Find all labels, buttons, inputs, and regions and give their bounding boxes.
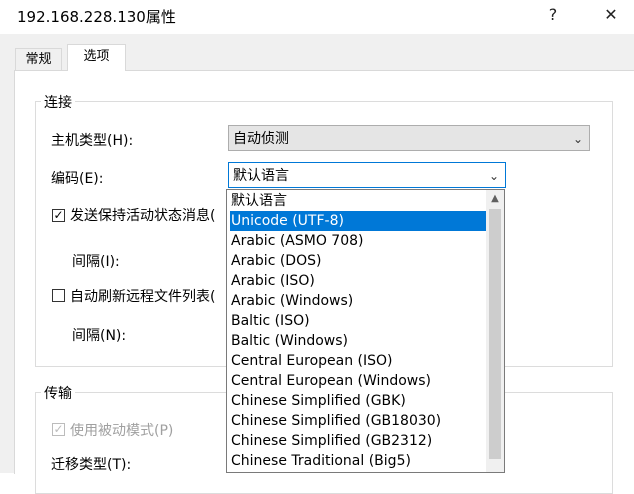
tab-general[interactable]: 常规 (15, 48, 62, 71)
window-title: 192.168.228.130属性 (17, 8, 176, 26)
dropdown-scrollbar[interactable]: ▲ (486, 190, 504, 472)
keepalive-checkbox[interactable]: ✓ (52, 209, 65, 222)
auto-refresh-checkbox[interactable] (52, 289, 65, 302)
title-bar: 192.168.228.130属性 ? ✕ (0, 0, 634, 34)
encoding-option[interactable]: Chinese Simplified (GBK) (230, 391, 486, 411)
encoding-option[interactable]: 默认语言 (230, 191, 486, 211)
auto-refresh-label: 自动刷新远程文件列表( (70, 289, 216, 305)
encoding-option[interactable]: Central European (Windows) (230, 371, 486, 391)
help-button[interactable]: ? (544, 4, 562, 26)
encoding-value: 默认语言 (233, 168, 289, 184)
host-type-value: 自动侦测 (233, 131, 289, 147)
encoding-option[interactable]: Baltic (ISO) (230, 311, 486, 331)
tab-options[interactable]: 选项 (67, 44, 126, 71)
encoding-option[interactable]: Arabic (ISO) (230, 271, 486, 291)
encoding-select[interactable]: 默认语言 ⌄ (228, 162, 506, 188)
encoding-option[interactable]: Baltic (Windows) (230, 331, 486, 351)
close-button[interactable]: ✕ (600, 4, 622, 26)
encoding-option[interactable]: Central European (ISO) (230, 351, 486, 371)
host-type-select[interactable]: 自动侦测 ⌄ (228, 125, 590, 151)
passive-mode-checkbox[interactable]: ✓ (52, 423, 65, 436)
keepalive-label: 发送保持活动状态消息( (70, 208, 216, 224)
encoding-option[interactable]: Chinese Traditional (Big5) (230, 451, 486, 471)
migrate-type-label: 迁移类型(T): (51, 457, 132, 473)
chevron-down-icon: ⌄ (572, 132, 583, 146)
encoding-option[interactable]: Arabic (DOS) (230, 251, 486, 271)
chevron-down-icon: ⌄ (488, 169, 499, 183)
scrollbar-thumb[interactable] (489, 209, 501, 459)
transfer-group-label: 传输 (41, 383, 75, 403)
check-icon: ✓ (53, 208, 64, 222)
interval1-label: 间隔(I): (72, 254, 120, 270)
passive-mode-label: 使用被动模式(P) (70, 423, 174, 439)
encoding-dropdown-list[interactable]: 默认语言 Unicode (UTF-8) Arabic (ASMO 708) A… (226, 189, 505, 473)
encoding-option[interactable]: Chinese Simplified (GB2312) (230, 431, 486, 451)
scroll-up-icon[interactable]: ▲ (486, 190, 504, 208)
encoding-option-selected[interactable]: Unicode (UTF-8) (230, 211, 486, 231)
host-type-label: 主机类型(H): (51, 133, 134, 149)
check-icon: ✓ (53, 422, 64, 436)
encoding-label: 编码(E): (51, 171, 104, 187)
encoding-option[interactable]: Chinese Simplified (GB18030) (230, 411, 486, 431)
encoding-option[interactable]: Arabic (Windows) (230, 291, 486, 311)
encoding-option[interactable]: Arabic (ASMO 708) (230, 231, 486, 251)
connection-group-label: 连接 (41, 92, 75, 112)
interval2-label: 间隔(N): (72, 328, 127, 344)
